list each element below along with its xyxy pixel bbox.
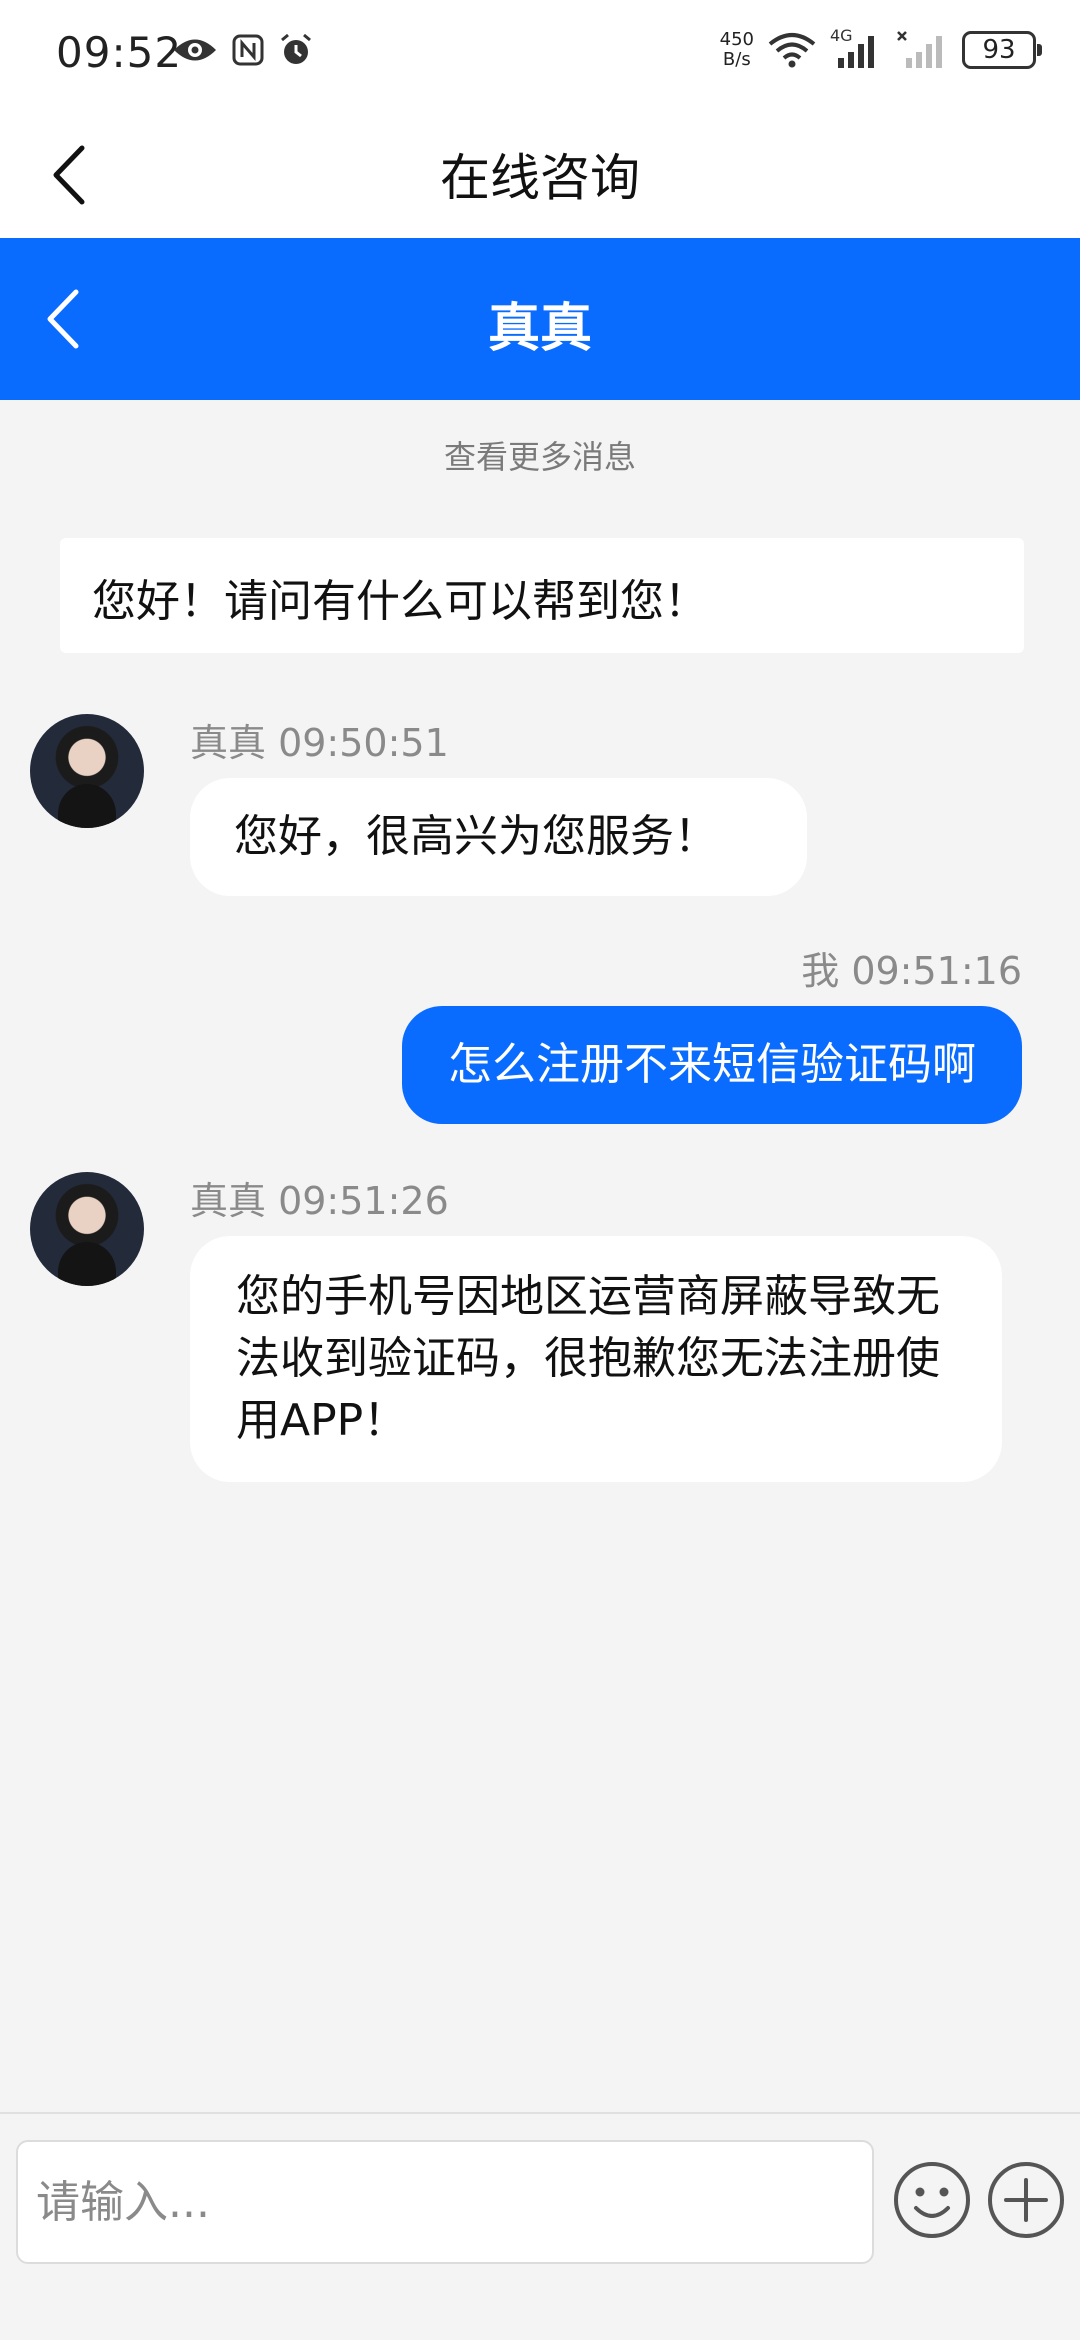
plus-icon[interactable]	[986, 2160, 1066, 2240]
avatar[interactable]	[30, 1172, 144, 1286]
wifi-icon	[768, 33, 816, 68]
status-icons-left	[172, 32, 314, 68]
message-bubble-incoming: 您的手机号因地区运营商屏蔽导致无法收到验证码，很抱歉您无法注册使用APP！	[190, 1236, 1002, 1482]
nfc-icon	[232, 34, 264, 66]
title-bar: 在线咨询	[0, 110, 1080, 238]
page-title: 在线咨询	[440, 149, 640, 207]
message-input[interactable]	[16, 2140, 874, 2264]
battery-level: 93	[982, 35, 1016, 65]
chat-header: 真真	[0, 238, 1080, 400]
status-icons-right: 450 B/s 4G 93	[720, 26, 1042, 70]
input-bar	[0, 2112, 1080, 2340]
message-meta: 我 09:51:16	[801, 949, 1022, 993]
system-message: 您好！请问有什么可以帮到您！	[60, 538, 1024, 653]
load-more-messages[interactable]: 查看更多消息	[0, 432, 1080, 478]
eye-icon	[174, 39, 216, 61]
status-time: 09:52	[56, 28, 183, 77]
alarm-icon	[281, 33, 311, 64]
chat-title: 真真	[487, 299, 592, 359]
signal-group: 4G	[830, 26, 882, 70]
net-speed-unit: B/s	[722, 49, 751, 70]
signal-off-icon	[897, 31, 942, 68]
message-bubble-outgoing: 怎么注册不来短信验证码啊	[402, 1006, 1022, 1124]
net-speed-value: 450	[719, 29, 754, 50]
avatar[interactable]	[30, 714, 144, 828]
message-bubble-incoming: 您好，很高兴为您服务！	[190, 778, 807, 896]
emoji-icon[interactable]	[892, 2160, 972, 2240]
battery-icon: 93	[962, 31, 1042, 69]
message-meta: 真真 09:51:26	[190, 1179, 449, 1223]
status-bar: 09:52 450 B/s 4G 93	[0, 0, 1080, 110]
message-meta: 真真 09:50:51	[190, 721, 449, 765]
net-speed: 450 B/s	[720, 30, 754, 70]
signal-icon	[838, 36, 874, 68]
